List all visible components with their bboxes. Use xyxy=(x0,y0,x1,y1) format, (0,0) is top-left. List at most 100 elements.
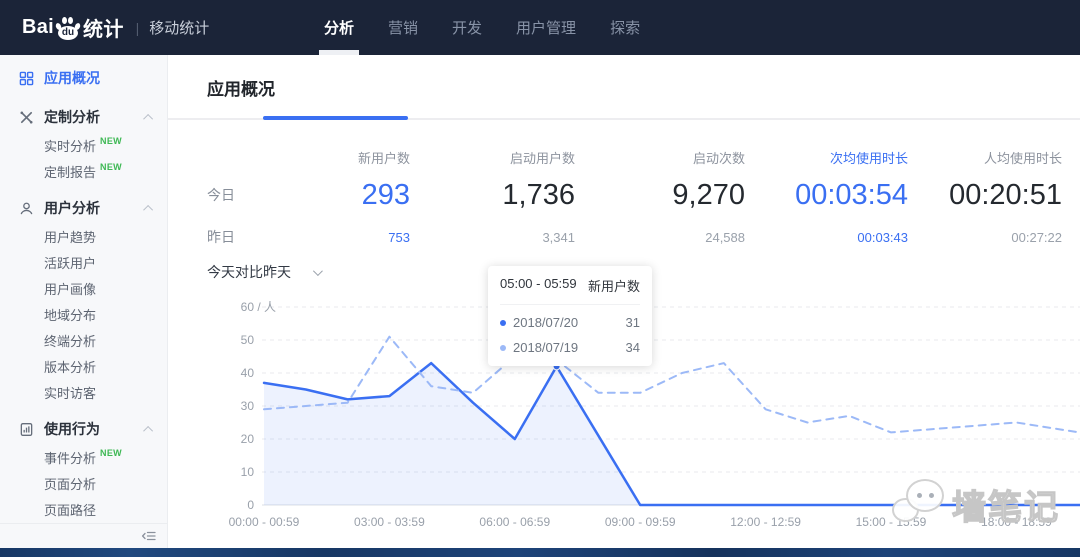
tooltip-metric: 新用户数 xyxy=(588,276,640,295)
sidebar-section[interactable]: 定制分析 xyxy=(0,102,167,132)
topnav-item[interactable]: 营销 xyxy=(386,0,420,55)
topnav-item[interactable]: 开发 xyxy=(450,0,484,55)
sidebar-subitem-label: 事件分析 xyxy=(44,448,96,467)
sidebar-subitem-label: 页面路径 xyxy=(44,500,96,519)
sidebar-subitem-label: 实时分析 xyxy=(44,136,96,155)
svg-text:00:00 - 00:59: 00:00 - 00:59 xyxy=(229,515,300,529)
sidebar-subitem[interactable]: 实时访客 xyxy=(0,379,167,405)
series-dot-icon xyxy=(500,345,506,351)
tooltip-row: 2018/07/1934 xyxy=(500,340,640,355)
sidebar-subitem-label: 定制报告 xyxy=(44,162,96,181)
logo-suffix-text: 统计 xyxy=(83,13,124,42)
svg-text:03:00 - 03:59: 03:00 - 03:59 xyxy=(354,515,425,529)
user-icon xyxy=(18,200,34,216)
stats-value-today: 00:03:54 xyxy=(745,179,908,212)
tooltip-rows: 2018/07/20312018/07/1934 xyxy=(500,315,640,355)
top-navbar: Bai du 统计 | 移动统计 分析营销开发用户管理探索 xyxy=(0,0,1080,55)
chevron-up-icon xyxy=(143,113,153,123)
tooltip-row: 2018/07/2031 xyxy=(500,315,640,330)
sidebar-subitem[interactable]: 版本分析 xyxy=(0,353,167,379)
svg-text:06:00 - 06:59: 06:00 - 06:59 xyxy=(479,515,550,529)
menu-fold-icon xyxy=(141,528,157,544)
stats-value-yesterday: 753 xyxy=(247,230,410,245)
series-dot-icon xyxy=(500,320,506,326)
baidu-paw-icon: du xyxy=(55,15,82,41)
svg-text:18:00 - 18:59: 18:00 - 18:59 xyxy=(981,515,1052,529)
svg-text:10: 10 xyxy=(241,465,255,479)
svg-text:12:00 - 12:59: 12:00 - 12:59 xyxy=(730,515,801,529)
stats-value-today: 00:20:51 xyxy=(908,179,1062,212)
stats-header-cell: 启动次数 xyxy=(575,148,745,167)
svg-text:0: 0 xyxy=(247,498,254,512)
svg-text:15:00 - 15:59: 15:00 - 15:59 xyxy=(856,515,927,529)
sidebar-subitem[interactable]: 页面路径 xyxy=(0,496,167,522)
logo-divider: | xyxy=(136,20,140,36)
sidebar-subitem-label: 页面分析 xyxy=(44,474,96,493)
sidebar-section-label: 用户分析 xyxy=(44,198,100,218)
stats-value-yesterday: 3,341 xyxy=(410,230,575,245)
bottom-taskbar-strip xyxy=(0,548,1080,557)
sidebar-subitem-label: 活跃用户 xyxy=(44,253,96,272)
sidebar-subitem[interactable]: 用户趋势 xyxy=(0,223,167,249)
new-badge: NEW xyxy=(100,162,122,172)
svg-text:40: 40 xyxy=(241,366,255,380)
chart-tooltip: 05:00 - 05:59 新用户数 2018/07/20312018/07/1… xyxy=(488,266,652,366)
scroll-thumb[interactable] xyxy=(263,116,408,120)
sidebar-section[interactable]: 应用概况 xyxy=(0,63,167,93)
sidebar-section-label: 应用概况 xyxy=(44,68,100,88)
sidebar-subitem[interactable]: 页面分析 xyxy=(0,470,167,496)
compare-select-label: 今天对比昨天 xyxy=(207,262,291,282)
sidebar: 应用概况定制分析实时分析 NEW 定制报告 NEW 用户分析用户趋势活跃用户用户画像地域… xyxy=(0,55,168,548)
sidebar-subitem[interactable]: 事件分析 NEW xyxy=(0,444,167,470)
collapse-sidebar-button[interactable] xyxy=(141,528,157,544)
new-badge: NEW xyxy=(100,448,122,458)
sidebar-section-label: 定制分析 xyxy=(44,107,100,127)
sidebar-subitem-label: 地域分布 xyxy=(44,305,96,324)
tooltip-date: 2018/07/20 xyxy=(513,315,626,330)
tooltip-value: 34 xyxy=(626,340,640,355)
sidebar-section[interactable]: 使用行为 xyxy=(0,414,167,444)
stats-value-yesterday: 24,588 xyxy=(575,230,745,245)
tooltip-date: 2018/07/19 xyxy=(513,340,626,355)
new-badge: NEW xyxy=(100,136,122,146)
sidebar-section-label: 使用行为 xyxy=(44,419,100,439)
sidebar-subitem[interactable]: 实时分析 NEW xyxy=(0,132,167,158)
sidebar-subitem[interactable]: 活跃用户 xyxy=(0,249,167,275)
topnav-item[interactable]: 分析 xyxy=(322,0,356,55)
tools-icon xyxy=(18,109,34,125)
stats-row-label-today: 今日 xyxy=(207,185,247,205)
sidebar-subitem[interactable]: 用户画像 xyxy=(0,275,167,301)
sidebar-subitem[interactable]: 定制报告 NEW xyxy=(0,158,167,184)
chevron-up-icon xyxy=(143,425,153,435)
logo-bai-text: Bai xyxy=(22,16,54,39)
svg-text:09:00 - 09:59: 09:00 - 09:59 xyxy=(605,515,676,529)
stats-header-cell: 新用户数 xyxy=(247,148,410,167)
stats-header-cell: 人均使用时长 xyxy=(908,148,1062,167)
sidebar-footer xyxy=(0,523,167,548)
stats-value-yesterday: 00:27:22 xyxy=(908,230,1062,245)
sidebar-nav: 应用概况定制分析实时分析 NEW 定制报告 NEW 用户分析用户趋势活跃用户用户画像地域… xyxy=(0,55,167,523)
logo-product-name: 移动统计 xyxy=(149,17,209,38)
stats-value-today: 293 xyxy=(247,179,410,212)
grid-icon xyxy=(18,70,34,86)
compare-select[interactable]: 今天对比昨天 xyxy=(207,262,320,282)
tooltip-value: 31 xyxy=(626,315,640,330)
stats-header-cell: 次均使用时长 xyxy=(745,148,908,167)
sidebar-subitem[interactable]: 地域分布 xyxy=(0,301,167,327)
content-area: 应用概况 新用户数启动用户数启动次数次均使用时长人均使用时长今日2931,736… xyxy=(168,55,1080,548)
sidebar-subitem[interactable]: 终端分析 xyxy=(0,327,167,353)
sidebar-subitem-label: 版本分析 xyxy=(44,357,96,376)
tooltip-time-range: 05:00 - 05:59 xyxy=(500,276,577,295)
topnav-item[interactable]: 用户管理 xyxy=(514,0,578,55)
svg-text:20: 20 xyxy=(241,432,255,446)
chevron-up-icon xyxy=(143,204,153,214)
topnav: 分析营销开发用户管理探索 xyxy=(322,0,642,55)
baidu-tongji-logo[interactable]: Bai du 统计 | 移动统计 xyxy=(22,13,209,42)
behavior-icon xyxy=(18,421,34,437)
topnav-item[interactable]: 探索 xyxy=(608,0,642,55)
sidebar-subitem-label: 用户画像 xyxy=(44,279,96,298)
stats-value-yesterday: 00:03:43 xyxy=(745,230,908,245)
sidebar-section[interactable]: 用户分析 xyxy=(0,193,167,223)
sidebar-subitem-label: 终端分析 xyxy=(44,331,96,350)
stats-header-cell: 启动用户数 xyxy=(410,148,575,167)
